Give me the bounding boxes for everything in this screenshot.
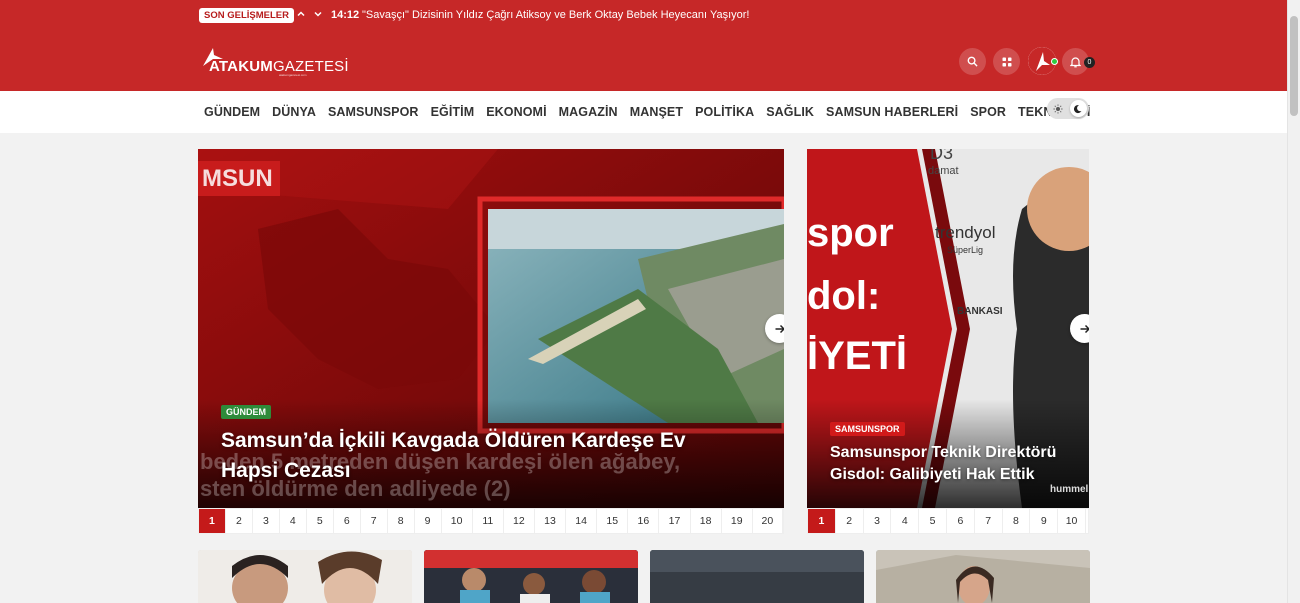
image-caption-corner: MSUN (202, 165, 273, 192)
main-slider-pagination: 1 2 3 4 5 6 7 8 9 10 11 12 13 14 15 16 17 18 19 20 (198, 508, 784, 534)
breaking-news-bar: SON GELİŞMELER 14:12 "Savaşçı" Dizisinin… (0, 0, 1287, 31)
ticker-headline-link[interactable]: "Savaşçı" Dizisinin Yıldız Çağrı Atiksoy… (362, 8, 749, 23)
slider-headline[interactable]: Samsunspor Teknik Direktörü Gisdol: Gali… (830, 442, 1080, 486)
chevron-up-icon[interactable] (294, 8, 308, 22)
pagination-page[interactable]: 6 (947, 509, 975, 533)
main-news-slider[interactable]: MSUN beden 5 metreden düşen kardeşi ölen… (198, 149, 784, 508)
pagination-page[interactable]: 10 (442, 509, 473, 533)
pagination-page[interactable]: 3 (253, 509, 280, 533)
pagination-page[interactable]: 11 (473, 509, 504, 533)
ticker-time: 14:12 (331, 9, 360, 21)
dark-mode-option[interactable] (1070, 100, 1087, 117)
nav-item-dünya[interactable]: DÜNYA (272, 105, 316, 119)
theme-toggle[interactable] (1047, 98, 1089, 119)
search-icon (967, 56, 978, 67)
news-card-image (876, 550, 1090, 603)
news-card[interactable] (876, 550, 1090, 603)
breaking-news-badge: SON GELİŞMELER (199, 8, 294, 23)
pagination-page[interactable]: 2 (836, 509, 864, 533)
pagination-page[interactable]: 7 (975, 509, 1003, 533)
pagination-page[interactable]: 8 (1003, 509, 1031, 533)
arrow-right-icon (775, 324, 784, 333)
arrow-right-icon (1080, 324, 1089, 333)
pagination-page[interactable]: 5 (919, 509, 947, 533)
news-card-image (650, 550, 864, 603)
nav-item-poli̇ti̇ka[interactable]: POLİTİKA (695, 105, 754, 119)
nav-item-magazi̇n[interactable]: MAGAZİN (559, 105, 618, 119)
pagination-page[interactable]: 15 (597, 509, 629, 533)
nav-item-manşet[interactable]: MANŞET (630, 105, 683, 119)
nav-item-samsunspor[interactable]: SAMSUNSPOR (328, 105, 419, 119)
pagination-page[interactable]: 5 (307, 509, 334, 533)
news-card-image (198, 550, 412, 603)
image-trendyol: trendyol (935, 223, 996, 242)
nav-item-gündem[interactable]: GÜNDEM (204, 105, 260, 119)
notification-count-badge: 0 (1084, 57, 1095, 68)
pagination-page[interactable]: 9 (1030, 509, 1059, 533)
category-badge[interactable]: GÜNDEM (221, 405, 271, 419)
online-status-dot (1051, 58, 1058, 65)
pagination-page[interactable]: 7 (361, 509, 388, 533)
image-superlig: SüperLig (947, 245, 984, 255)
pagination-page[interactable]: 17 (659, 509, 691, 533)
sun-icon (1053, 104, 1062, 113)
pagination-page[interactable]: 6 (334, 509, 361, 533)
side-slider-pagination: 1 2 3 4 5 6 7 8 9 10 (807, 508, 1089, 534)
logo-tagline: atakumgazetesi.com (279, 73, 307, 77)
image-text-3: İYETİ (807, 334, 908, 378)
image-bank: BANKASI (957, 306, 1003, 317)
logo-text-bold: ATAKUM (209, 58, 273, 75)
news-card[interactable] (650, 550, 864, 603)
side-news-slider[interactable]: D3 damat spor dol: İYETİ trendyol SüperL… (807, 149, 1089, 508)
nav-item-sağlik[interactable]: SAĞLIK (766, 105, 814, 119)
pagination-page[interactable]: 10 (1058, 509, 1086, 533)
pagination-page[interactable]: 16 (628, 509, 660, 533)
apps-menu-button[interactable] (993, 48, 1020, 75)
main-navigation: GÜNDEM DÜNYA SAMSUNSPOR EĞİTİM EKONOMİ MAGAZİ… (0, 91, 1287, 133)
search-button[interactable] (959, 48, 986, 75)
pagination-page[interactable]: 20 (753, 509, 783, 533)
pagination-page[interactable]: 12 (504, 509, 535, 533)
pagination-page[interactable]: 3 (864, 509, 892, 533)
pagination-page[interactable]: 4 (891, 509, 920, 533)
scrollbar-thumb[interactable] (1290, 16, 1298, 116)
chevron-down-icon[interactable] (311, 8, 325, 22)
pagination-page[interactable]: 19 (722, 509, 753, 533)
pagination-page[interactable]: 1 (199, 509, 226, 533)
category-badge[interactable]: SAMSUNSPOR (830, 422, 905, 436)
pagination-page[interactable]: 2 (226, 509, 253, 533)
grid-icon (1002, 57, 1011, 66)
slider-headline[interactable]: Samsun’da İçkili Kavgada Öldüren Kardeşe… (221, 426, 741, 486)
pagination-page[interactable]: 13 (535, 509, 567, 533)
news-card[interactable] (198, 550, 412, 603)
nav-menu: GÜNDEM DÜNYA SAMSUNSPOR EĞİTİM EKONOMİ MAGAZİ… (204, 91, 1102, 133)
pagination-page[interactable]: 9 (415, 509, 442, 533)
pagination-page[interactable]: 18 (691, 509, 722, 533)
light-mode-option[interactable] (1049, 100, 1066, 117)
image-text-1: spor (807, 211, 894, 255)
nav-item-eği̇ti̇m[interactable]: EĞİTİM (431, 105, 475, 119)
image-text-2: dol: (807, 274, 881, 318)
bell-icon (1070, 56, 1081, 67)
pagination-page[interactable]: 8 (388, 509, 415, 533)
pagination-page[interactable]: 14 (566, 509, 598, 533)
image-sponsor-top: D3 (930, 149, 954, 163)
site-logo[interactable]: ATAKUMGAZETESİ atakumgazetesi.com (201, 46, 349, 78)
news-card[interactable] (424, 550, 638, 603)
nav-item-ekonomi̇[interactable]: EKONOMİ (486, 105, 546, 119)
moon-icon (1073, 104, 1081, 113)
pagination-page[interactable]: 1 (808, 509, 836, 533)
nav-item-samsun-haberleri̇[interactable]: SAMSUN HABERLERİ (826, 105, 958, 119)
image-sponsor-sub: damat (928, 165, 959, 177)
page-scrollbar[interactable] (1287, 0, 1300, 603)
pagination-page[interactable]: 4 (280, 509, 307, 533)
news-card-image (424, 550, 638, 603)
site-header: ATAKUMGAZETESİ atakumgazetesi.com 0 (0, 31, 1287, 91)
nav-item-spor[interactable]: SPOR (970, 105, 1006, 119)
